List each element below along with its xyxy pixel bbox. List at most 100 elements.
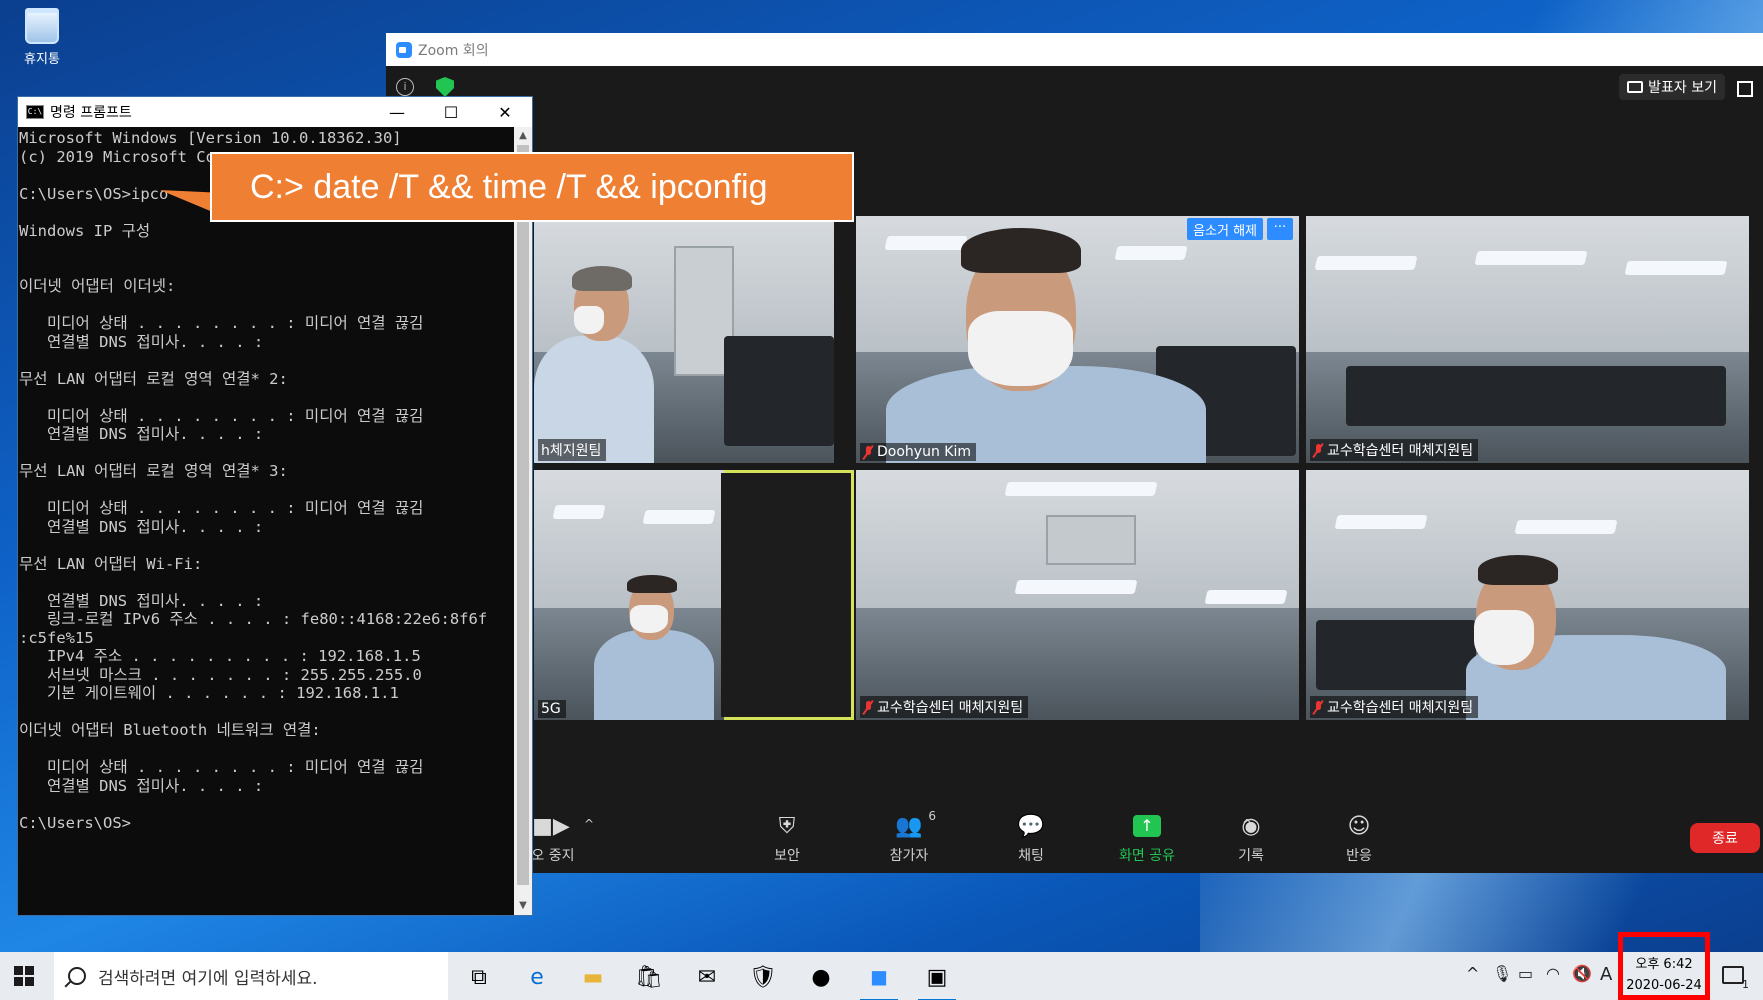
video-tile-4[interactable]: 5G [534, 470, 854, 720]
video-tile-6[interactable]: 교수학습센터 매체지원팀 [1306, 470, 1749, 720]
globe-app-icon[interactable]: ● [798, 958, 844, 996]
microphone-icon[interactable]: 🎙 [1492, 964, 1512, 983]
video-tile-5[interactable]: 교수학습센터 매체지원팀 [856, 470, 1299, 720]
cmd-line [19, 296, 514, 315]
speaker-muted-icon[interactable]: 🔇 [1572, 964, 1592, 983]
cmd-line [19, 388, 514, 407]
edge-browser-icon[interactable]: e [514, 958, 560, 996]
desks [1346, 366, 1726, 426]
zoom-logo-icon [396, 41, 412, 58]
tile-name-label: 교수학습센터 매체지원팀 [860, 696, 1029, 718]
tile-name-label: Doohyun Kim [860, 443, 976, 461]
cmd-line [19, 351, 514, 370]
meeting-toolbar: ■▶ l오 중지 ^ ⛨ 보안 👥6 참가자 ^ 💬 채팅 ↑ 화면 공유 ^ [386, 803, 1763, 873]
cmd-line: 연결별 DNS 접미사. . . . : [19, 425, 264, 443]
cmd-title-bar[interactable]: C:\ 명령 프롬프트 — ☐ ✕ [18, 97, 532, 127]
participants-button[interactable]: 👥 6 참가자 [864, 809, 954, 865]
scroll-up-icon[interactable]: ▲ [514, 127, 532, 145]
ime-indicator[interactable]: A [1600, 964, 1612, 985]
maximize-icon[interactable]: ☐ [424, 97, 478, 127]
ceiling-lamp [552, 505, 606, 519]
info-icon[interactable]: i [396, 78, 414, 96]
wifi-icon[interactable]: ◠ [1546, 964, 1560, 983]
taskbar-search-box[interactable]: 검색하려면 여기에 입력하세요. [54, 952, 448, 1000]
file-explorer-icon[interactable]: ▬ [570, 958, 616, 996]
cmd-line: 기본 게이트웨이 . . . . . . : 192.168.1.1 [19, 684, 399, 702]
cmd-line: 미디어 상태 . . . . . . . . : 미디어 연결 끊김 [19, 499, 424, 517]
record-button[interactable]: ◉ 기록 [1206, 811, 1296, 865]
record-icon: ◉ [1241, 813, 1261, 839]
cmd-line: 연결별 DNS 접미사. . . . : [19, 776, 264, 795]
ceiling-lamp [1204, 590, 1288, 604]
participants-count: 6 [928, 809, 936, 823]
mic-muted-icon [863, 445, 873, 459]
speaker-view-label: 발표자 보기 [1648, 80, 1717, 96]
zoom-title-bar[interactable]: Zoom 회의 [386, 33, 1763, 66]
cmd-line [19, 259, 514, 278]
cmd-line [19, 573, 514, 592]
zoom-taskbar-icon[interactable]: ◼ [856, 958, 902, 1000]
ceiling-lamp [1334, 515, 1428, 529]
ceiling-lamp [1624, 261, 1728, 275]
cmd-window-title: 명령 프롬프트 [50, 105, 132, 121]
encryption-shield-icon[interactable] [436, 77, 454, 97]
windows-start-icon[interactable] [14, 966, 34, 986]
grid-icon [1627, 81, 1644, 93]
zoom-top-bar: i 발표자 보기 [386, 66, 1763, 112]
desks [1316, 620, 1476, 690]
share-screen-button[interactable]: ↑ 화면 공유 [1102, 811, 1192, 865]
cmd-line: Windows IP 구성 [19, 221, 151, 240]
battery-icon[interactable]: ▭ [1518, 964, 1533, 983]
ceiling-lamp [884, 236, 968, 250]
smiley-icon: ☺ [1347, 813, 1371, 839]
close-icon[interactable]: ✕ [478, 97, 532, 127]
store-icon[interactable]: 🛍 [626, 958, 672, 996]
task-view-icon[interactable]: ⧉ [456, 958, 502, 996]
tile-name-label: 5G [538, 700, 566, 718]
speaker-view-button[interactable]: 발표자 보기 [1619, 74, 1725, 100]
cmd-line: 서브넷 마스크 . . . . . . . : 255.255.255.0 [19, 665, 422, 684]
ceiling-lamp [1014, 580, 1138, 594]
video-tile-3[interactable]: 교수학습센터 매체지원팀 [1306, 216, 1749, 463]
scroll-down-icon[interactable]: ▼ [514, 897, 532, 915]
cmd-line [19, 795, 514, 814]
cmd-line: 이더넷 어댑터 Bluetooth 네트워크 연결: [19, 721, 321, 739]
cmd-line: :c5fe%15 [19, 628, 94, 647]
show-hidden-icons-icon[interactable]: ^ [1466, 964, 1479, 983]
cmd-line: 연결별 DNS 접미사. . . . : [19, 332, 264, 351]
cmd-line: 링크-로컬 IPv6 주소 . . . . : fe80::4168:22e6:… [19, 610, 488, 628]
zoom-window-title: Zoom 회의 [418, 42, 489, 59]
chairs [724, 336, 834, 446]
security-app-icon[interactable]: 🛡 [740, 958, 786, 996]
security-button[interactable]: ⛨ 보안 [742, 811, 832, 865]
tile-name-label: h체지원팀 [538, 439, 607, 461]
cmd-app-icon: C:\ [26, 105, 44, 119]
notification-center-icon[interactable] [1722, 966, 1744, 984]
cmd-line: IPv4 주소 . . . . . . . . . : 192.168.1.5 [19, 647, 421, 665]
ceiling-lamp [1004, 482, 1158, 496]
reactions-button[interactable]: ☺ 반응 [1314, 811, 1404, 865]
video-options-caret-icon[interactable]: ^ [584, 817, 594, 831]
scroll-thumb[interactable] [517, 145, 529, 885]
cmd-scrollbar[interactable]: ▲ ▼ [514, 127, 532, 915]
cmd-line: 미디어 상태 . . . . . . . . : 미디어 연결 끊김 [19, 406, 424, 425]
minimize-icon[interactable]: — [370, 97, 424, 127]
unmute-button[interactable]: 음소거 해제 [1187, 218, 1263, 240]
chat-button[interactable]: 💬 채팅 [986, 811, 1076, 865]
cmd-taskbar-icon[interactable]: ▣ [914, 958, 960, 1000]
video-tile-2[interactable]: 음소거 해제 ··· Doohyun Kim [856, 216, 1299, 463]
cmd-output[interactable]: Microsoft Windows [Version 10.0.18362.30… [18, 127, 514, 915]
more-options-button[interactable]: ··· [1267, 218, 1293, 240]
recycle-bin-shortcut[interactable]: 휴지통 [12, 8, 72, 67]
ceiling-lamp [642, 510, 716, 524]
fullscreen-icon[interactable] [1737, 81, 1753, 97]
mic-muted-icon [863, 700, 873, 714]
end-meeting-button[interactable]: 종료 [1690, 823, 1760, 853]
cmd-line [19, 444, 514, 463]
video-tile-1[interactable]: h체지원팀 [534, 216, 834, 463]
cmd-line: Microsoft Windows [Version 10.0.18362.30… [19, 129, 402, 147]
chat-bubble-icon: 💬 [1017, 813, 1045, 839]
mail-icon[interactable]: ✉ [684, 958, 730, 996]
tile-name-label: 교수학습센터 매체지원팀 [1310, 696, 1479, 718]
cmd-line: 이더넷 어댑터 이더넷: [19, 277, 176, 295]
